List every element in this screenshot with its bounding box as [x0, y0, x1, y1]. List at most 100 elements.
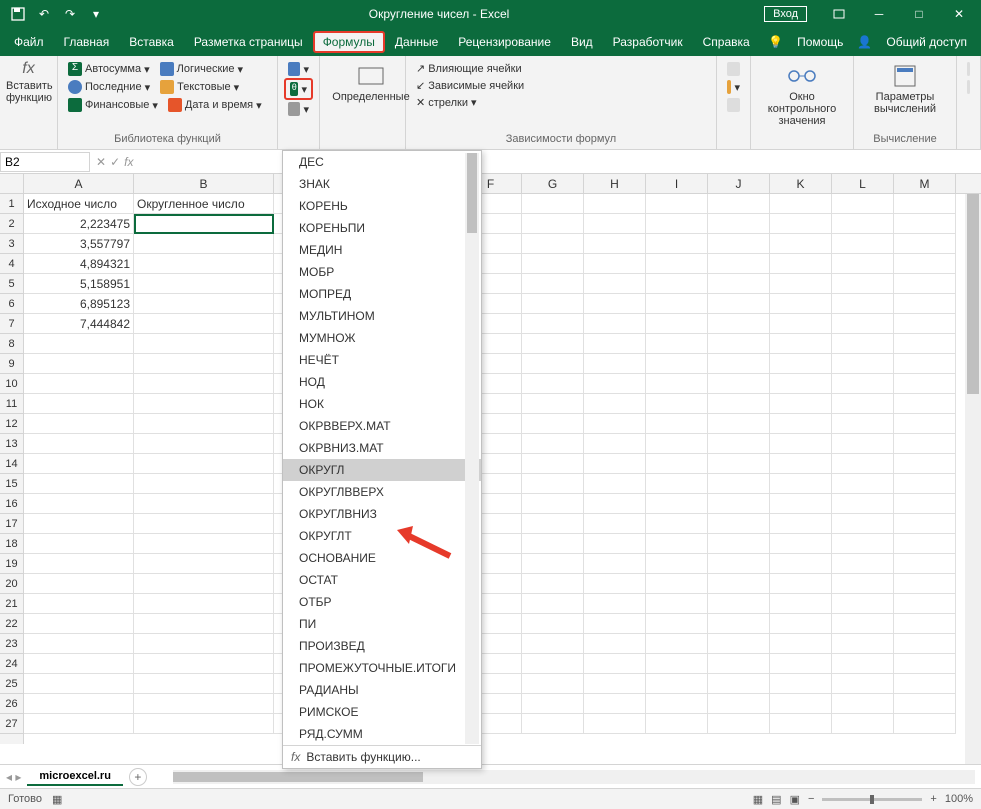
cell-B10[interactable]: [134, 374, 274, 394]
accept-formula-icon[interactable]: ✓: [110, 155, 120, 169]
cell-M2[interactable]: [894, 214, 956, 234]
row-header-7[interactable]: 7: [0, 314, 23, 334]
dropdown-item-медин[interactable]: МЕДИН: [283, 239, 481, 261]
cell-G20[interactable]: [522, 574, 584, 594]
cell-L27[interactable]: [832, 714, 894, 734]
cell-J23[interactable]: [708, 634, 770, 654]
view-pagelayout-icon[interactable]: ▤: [771, 793, 781, 806]
cell-L9[interactable]: [832, 354, 894, 374]
cell-L15[interactable]: [832, 474, 894, 494]
cell-B24[interactable]: [134, 654, 274, 674]
cell-L19[interactable]: [832, 554, 894, 574]
dropdown-item-мультином[interactable]: МУЛЬТИНОМ: [283, 305, 481, 327]
row-header-19[interactable]: 19: [0, 554, 23, 574]
cell-G10[interactable]: [522, 374, 584, 394]
cell-L24[interactable]: [832, 654, 894, 674]
cell-G19[interactable]: [522, 554, 584, 574]
cell-A7[interactable]: 7,444842: [24, 314, 134, 334]
cell-G21[interactable]: [522, 594, 584, 614]
cell-I10[interactable]: [646, 374, 708, 394]
cell-G12[interactable]: [522, 414, 584, 434]
cell-G8[interactable]: [522, 334, 584, 354]
cell-I27[interactable]: [646, 714, 708, 734]
cell-J2[interactable]: [708, 214, 770, 234]
cell-G1[interactable]: [522, 194, 584, 214]
cell-A6[interactable]: 6,895123: [24, 294, 134, 314]
cell-G11[interactable]: [522, 394, 584, 414]
cell-A22[interactable]: [24, 614, 134, 634]
col-header-B[interactable]: B: [134, 174, 274, 193]
cell-A14[interactable]: [24, 454, 134, 474]
cell-A4[interactable]: 4,894321: [24, 254, 134, 274]
cell-M16[interactable]: [894, 494, 956, 514]
cell-L6[interactable]: [832, 294, 894, 314]
cell-M23[interactable]: [894, 634, 956, 654]
calc-now-button[interactable]: [963, 60, 974, 78]
cell-M12[interactable]: [894, 414, 956, 434]
dropdown-item-пи[interactable]: ПИ: [283, 613, 481, 635]
cell-M17[interactable]: [894, 514, 956, 534]
cell-A3[interactable]: 3,557797: [24, 234, 134, 254]
remove-arrows-button[interactable]: ✕ стрелки ▾: [412, 94, 481, 111]
cell-J5[interactable]: [708, 274, 770, 294]
cell-G4[interactable]: [522, 254, 584, 274]
cell-M15[interactable]: [894, 474, 956, 494]
cell-K10[interactable]: [770, 374, 832, 394]
cell-I7[interactable]: [646, 314, 708, 334]
row-header-16[interactable]: 16: [0, 494, 23, 514]
cell-J15[interactable]: [708, 474, 770, 494]
cell-B14[interactable]: [134, 454, 274, 474]
cell-A17[interactable]: [24, 514, 134, 534]
cell-M9[interactable]: [894, 354, 956, 374]
watch-window-button[interactable]: Окно контрольного значения: [757, 60, 847, 131]
cell-G15[interactable]: [522, 474, 584, 494]
cell-L22[interactable]: [832, 614, 894, 634]
qat-more-icon[interactable]: ▾: [86, 4, 106, 24]
cell-H16[interactable]: [584, 494, 646, 514]
cell-K5[interactable]: [770, 274, 832, 294]
cell-M11[interactable]: [894, 394, 956, 414]
vertical-scrollbar[interactable]: [965, 194, 981, 764]
cell-B21[interactable]: [134, 594, 274, 614]
cell-K3[interactable]: [770, 234, 832, 254]
row-header-1[interactable]: 1: [0, 194, 23, 214]
evaluate-button[interactable]: [723, 96, 744, 114]
cell-B5[interactable]: [134, 274, 274, 294]
cell-B22[interactable]: [134, 614, 274, 634]
col-header-H[interactable]: H: [584, 174, 646, 193]
fx-bar-icon[interactable]: fx: [124, 155, 133, 169]
tab-view[interactable]: Вид: [561, 31, 603, 53]
cell-I14[interactable]: [646, 454, 708, 474]
cell-J18[interactable]: [708, 534, 770, 554]
formula-input[interactable]: [139, 152, 981, 172]
cell-M6[interactable]: [894, 294, 956, 314]
cell-G6[interactable]: [522, 294, 584, 314]
col-header-A[interactable]: A: [24, 174, 134, 193]
cell-K9[interactable]: [770, 354, 832, 374]
cell-M14[interactable]: [894, 454, 956, 474]
cell-H3[interactable]: [584, 234, 646, 254]
dropdown-item-корень[interactable]: КОРЕНЬ: [283, 195, 481, 217]
dropdown-item-римское[interactable]: РИМСКОЕ: [283, 701, 481, 723]
cell-M24[interactable]: [894, 654, 956, 674]
cell-K12[interactable]: [770, 414, 832, 434]
row-header-15[interactable]: 15: [0, 474, 23, 494]
row-header-11[interactable]: 11: [0, 394, 23, 414]
cell-L17[interactable]: [832, 514, 894, 534]
row-header-8[interactable]: 8: [0, 334, 23, 354]
cell-G24[interactable]: [522, 654, 584, 674]
cell-I15[interactable]: [646, 474, 708, 494]
cell-B16[interactable]: [134, 494, 274, 514]
cell-B13[interactable]: [134, 434, 274, 454]
cell-J26[interactable]: [708, 694, 770, 714]
col-header-G[interactable]: G: [522, 174, 584, 193]
cell-G25[interactable]: [522, 674, 584, 694]
cell-G14[interactable]: [522, 454, 584, 474]
cell-J25[interactable]: [708, 674, 770, 694]
cell-I8[interactable]: [646, 334, 708, 354]
cell-I4[interactable]: [646, 254, 708, 274]
dropdown-item-нод[interactable]: НОД: [283, 371, 481, 393]
cell-K22[interactable]: [770, 614, 832, 634]
cell-J12[interactable]: [708, 414, 770, 434]
cell-H8[interactable]: [584, 334, 646, 354]
